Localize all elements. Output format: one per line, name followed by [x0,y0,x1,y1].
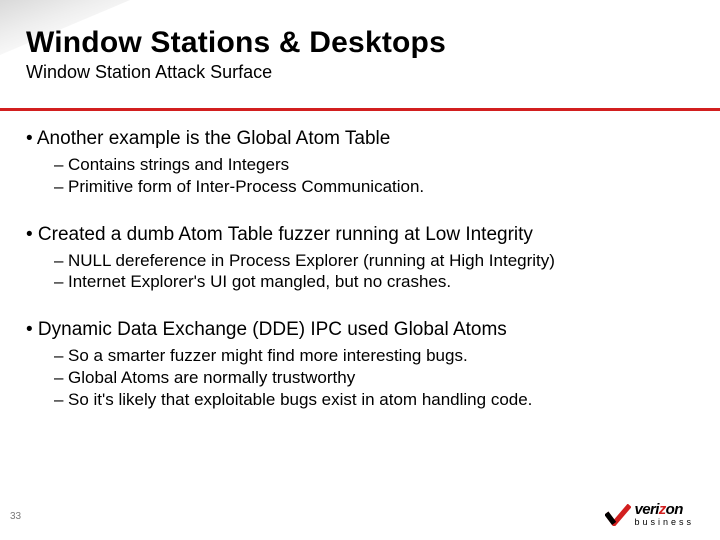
logo-text: verizon business [634,503,694,526]
check-icon [605,504,631,526]
bullet-main: • Another example is the Global Atom Tab… [26,128,686,150]
bullet-group: • Another example is the Global Atom Tab… [26,128,686,198]
bullet-sub: Global Atoms are normally trustworthy [54,367,686,389]
page-number: 33 [10,511,21,522]
bullet-sub: So it's likely that exploitable bugs exi… [54,389,686,411]
bullet-sub: Contains strings and Integers [54,154,686,176]
bullet-sub: Internet Explorer's UI got mangled, but … [54,271,686,293]
logo-sub: business [634,518,694,526]
slide: Window Stations & Desktops Window Statio… [0,0,720,540]
bullet-sub: Primitive form of Inter-Process Communic… [54,176,686,198]
content: • Another example is the Global Atom Tab… [26,128,686,436]
header: Window Stations & Desktops Window Statio… [26,26,694,83]
verizon-logo: verizon business [605,503,694,526]
bullet-sublist: Contains strings and Integers Primitive … [26,154,686,198]
page-title: Window Stations & Desktops [26,26,694,60]
bullet-main: • Dynamic Data Exchange (DDE) IPC used G… [26,319,686,341]
divider-red [0,108,720,111]
page-subtitle: Window Station Attack Surface [26,62,694,83]
bullet-sublist: NULL dereference in Process Explorer (ru… [26,250,686,294]
bullet-group: • Dynamic Data Exchange (DDE) IPC used G… [26,319,686,410]
logo-brand: verizon [634,503,694,517]
bullet-group: • Created a dumb Atom Table fuzzer runni… [26,224,686,294]
bullet-sub: NULL dereference in Process Explorer (ru… [54,250,686,272]
bullet-sublist: So a smarter fuzzer might find more inte… [26,345,686,410]
bullet-main: • Created a dumb Atom Table fuzzer runni… [26,224,686,246]
bullet-sub: So a smarter fuzzer might find more inte… [54,345,686,367]
